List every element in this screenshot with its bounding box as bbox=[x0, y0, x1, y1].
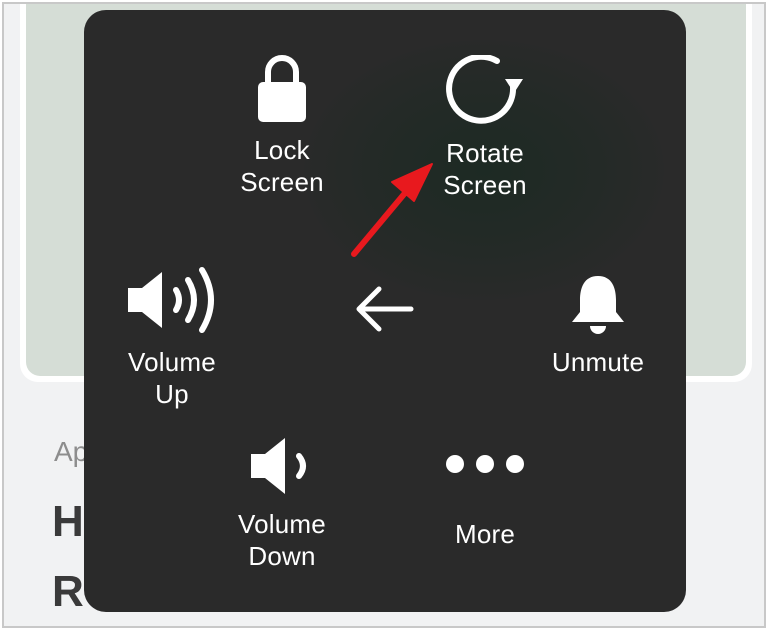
lock-icon bbox=[254, 52, 310, 124]
more-label: More bbox=[454, 519, 516, 549]
rotate-screen-label: Rotate Screen bbox=[443, 138, 527, 200]
lock-screen-label: Lock Screen bbox=[240, 135, 324, 197]
volume-up-label: Volume Up bbox=[128, 347, 216, 409]
volume-down-label: Volume Down bbox=[238, 509, 326, 571]
more-button[interactable]: More bbox=[425, 450, 545, 550]
unmute-label: Unmute bbox=[551, 347, 645, 377]
volume-down-button[interactable]: Volume Down bbox=[222, 434, 342, 572]
more-dots-icon bbox=[443, 450, 527, 478]
back-arrow-icon bbox=[353, 284, 415, 334]
volume-up-button[interactable]: Volume Up bbox=[112, 264, 232, 410]
assistive-touch-menu: Lock Screen Rotate Screen Volume Up Unmu… bbox=[84, 10, 686, 612]
background-heading-line-1: H bbox=[52, 497, 84, 546]
bell-icon bbox=[568, 272, 628, 336]
volume-up-icon bbox=[124, 264, 220, 336]
volume-down-icon bbox=[247, 434, 317, 498]
unmute-button[interactable]: Unmute bbox=[538, 272, 658, 378]
rotate-icon bbox=[439, 55, 531, 127]
rotate-screen-button[interactable]: Rotate Screen bbox=[415, 55, 555, 201]
lock-screen-button[interactable]: Lock Screen bbox=[222, 52, 342, 198]
background-heading-line-2: R bbox=[52, 567, 84, 616]
back-button[interactable] bbox=[352, 284, 416, 334]
